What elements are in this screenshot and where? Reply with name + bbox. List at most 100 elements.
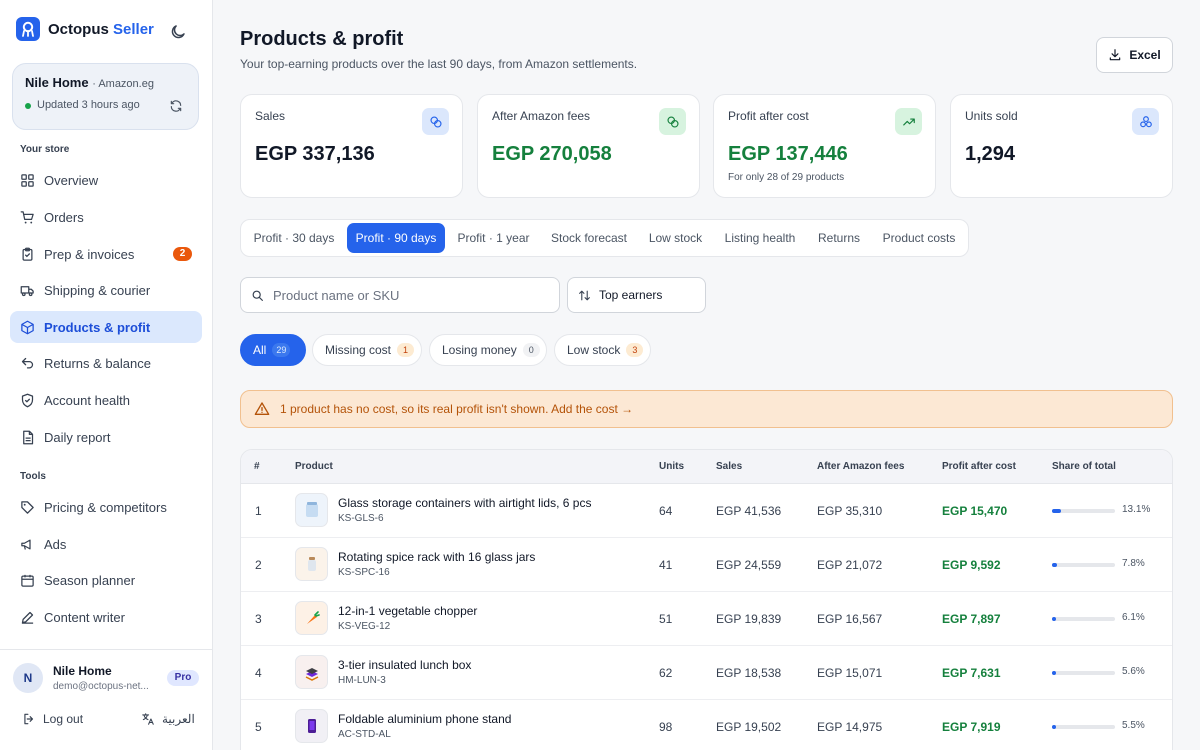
row-profit: EGP 9,592 bbox=[942, 558, 1001, 572]
sidebar-item-label: Pricing & competitors bbox=[44, 499, 167, 515]
cart-icon bbox=[20, 210, 34, 223]
kpi-card-profit: Profit after cost EGP 137,446 For only 2… bbox=[713, 94, 936, 198]
share-bar bbox=[1052, 671, 1115, 675]
plan-badge: Pro bbox=[167, 670, 199, 686]
tab-listing-health[interactable]: Listing health bbox=[715, 223, 805, 253]
tab-profit-1y[interactable]: Profit · 1 year bbox=[449, 223, 538, 253]
logout-icon bbox=[24, 713, 34, 725]
missing-cost-alert[interactable]: 1 product has no cost, so its real profi… bbox=[240, 390, 1173, 428]
page-subtitle: Your top-earning products over the last … bbox=[240, 57, 638, 71]
tab-stock-forecast[interactable]: Stock forecast bbox=[542, 223, 636, 253]
tab-profit-90[interactable]: Profit · 90 days bbox=[347, 223, 445, 253]
table-row[interactable]: 2 Rotating spice rack with 16 glass jars… bbox=[241, 538, 1172, 592]
kpi-value: EGP 337,136 bbox=[255, 143, 375, 165]
filter-chip-all[interactable]: All 29 bbox=[240, 334, 306, 366]
sidebar-item-label: Products & profit bbox=[44, 319, 151, 335]
grid-icon bbox=[21, 173, 34, 187]
tab-low-stock[interactable]: Low stock bbox=[640, 223, 711, 253]
sidebar-item-ads[interactable]: Ads bbox=[10, 528, 202, 560]
status-dot-icon bbox=[25, 103, 31, 109]
row-units: 64 bbox=[659, 504, 673, 518]
table-row[interactable]: 5 Foldable aluminium phone stand AC-STD-… bbox=[241, 700, 1172, 750]
refresh-icon[interactable] bbox=[169, 99, 183, 113]
filter-chip-low-stock[interactable]: Low stock 3 bbox=[554, 334, 651, 366]
share-bar-fill bbox=[1052, 725, 1056, 729]
product-name: Glass storage containers with airtight l… bbox=[338, 496, 592, 510]
store-status: Updated 3 hours ago bbox=[37, 99, 140, 111]
sidebar-item-shipping[interactable]: Shipping & courier bbox=[10, 274, 202, 306]
language-toggle[interactable]: العربية bbox=[141, 712, 195, 726]
sidebar-item-pricing[interactable]: Pricing & competitors bbox=[10, 491, 202, 523]
main-content: Products & profit Your top-earning produ… bbox=[213, 0, 1200, 750]
avatar[interactable]: N bbox=[13, 663, 43, 693]
row-rank: 2 bbox=[255, 558, 262, 572]
kpi-card-units: Units sold 1,294 bbox=[950, 94, 1173, 198]
moon-icon[interactable] bbox=[169, 23, 187, 41]
store-marketplace: · Amazon.eg bbox=[92, 78, 154, 90]
sidebar-item-products-profit[interactable]: Products & profit bbox=[10, 311, 202, 343]
column-header-sales[interactable]: Sales bbox=[716, 461, 742, 472]
chip-count: 3 bbox=[626, 343, 644, 357]
brand-name: Octopus Seller bbox=[48, 20, 154, 38]
chip-label: All bbox=[253, 343, 267, 357]
tab-product-costs[interactable]: Product costs bbox=[873, 223, 965, 253]
kpi-label: Sales bbox=[255, 109, 286, 123]
kpi-card-after-fees: After Amazon fees EGP 270,058 bbox=[477, 94, 700, 198]
row-units: 62 bbox=[659, 666, 673, 680]
sidebar-item-content-writer[interactable]: Content writer bbox=[10, 601, 202, 633]
column-header-after-fees[interactable]: After Amazon fees bbox=[817, 461, 904, 472]
product-name: 12-in-1 vegetable chopper bbox=[338, 604, 478, 618]
sort-label: Top earners bbox=[599, 288, 663, 302]
table-row[interactable]: 3 12-in-1 vegetable chopper KS-VEG-12 51… bbox=[241, 592, 1172, 646]
row-share: 5.5% bbox=[1122, 720, 1145, 731]
row-sales: EGP 19,502 bbox=[716, 720, 782, 734]
phone-stand-icon bbox=[295, 709, 328, 743]
logout-button[interactable]: Log out bbox=[22, 712, 83, 726]
sidebar-item-prep-invoices[interactable]: Prep & invoices 2 bbox=[10, 238, 202, 270]
sidebar-item-label: Overview bbox=[44, 172, 99, 188]
view-tabs: Profit · 30 days Profit · 90 days Profit… bbox=[240, 219, 969, 257]
translate-icon bbox=[142, 713, 154, 725]
filter-chip-losing-money[interactable]: Losing money 0 bbox=[429, 334, 547, 366]
brand[interactable]: Octopus Seller bbox=[16, 17, 154, 41]
share-bar-fill bbox=[1052, 671, 1056, 675]
table-header: # Product Units Sales After Amazon fees … bbox=[241, 450, 1172, 484]
chip-label: Missing cost bbox=[325, 343, 392, 357]
logout-label: Log out bbox=[43, 712, 84, 726]
row-units: 41 bbox=[659, 558, 673, 572]
sidebar-item-account-health[interactable]: Account health bbox=[10, 384, 202, 416]
chip-count: 0 bbox=[522, 343, 540, 357]
truck-icon bbox=[20, 285, 34, 296]
row-share: 6.1% bbox=[1122, 612, 1145, 623]
column-header-profit[interactable]: Profit after cost bbox=[942, 461, 1016, 472]
sidebar-item-returns-balance[interactable]: Returns & balance bbox=[10, 347, 202, 379]
sidebar-item-overview[interactable]: Overview bbox=[10, 164, 202, 196]
tab-profit-30[interactable]: Profit · 30 days bbox=[245, 223, 343, 253]
column-header-product[interactable]: Product bbox=[295, 461, 333, 472]
language-label: العربية bbox=[162, 712, 195, 726]
export-excel-button[interactable]: Excel bbox=[1096, 37, 1173, 73]
lunch-box-icon bbox=[295, 655, 328, 689]
column-header-units[interactable]: Units bbox=[659, 461, 684, 472]
row-units: 51 bbox=[659, 612, 673, 626]
column-header-rank[interactable]: # bbox=[254, 461, 260, 472]
share-bar-fill bbox=[1052, 617, 1057, 621]
table-row[interactable]: 1 Glass storage containers with airtight… bbox=[241, 484, 1172, 538]
sidebar-item-orders[interactable]: Orders bbox=[10, 201, 202, 233]
user-name: Nile Home bbox=[53, 664, 112, 678]
search-input[interactable]: Product name or SKU bbox=[240, 277, 560, 313]
product-sku: AC-STD-AL bbox=[338, 729, 391, 740]
product-sku: KS-VEG-12 bbox=[338, 621, 391, 632]
row-rank: 5 bbox=[255, 720, 262, 734]
chip-count: 1 bbox=[397, 343, 415, 357]
tab-returns[interactable]: Returns bbox=[809, 223, 869, 253]
column-header-share[interactable]: Share of total bbox=[1052, 461, 1116, 472]
calendar-icon bbox=[21, 574, 34, 587]
table-row[interactable]: 4 3-tier insulated lunch box HM-LUN-3 62… bbox=[241, 646, 1172, 700]
row-units: 98 bbox=[659, 720, 673, 734]
sort-select[interactable]: Top earners bbox=[567, 277, 706, 313]
store-card[interactable]: Nile Home · Amazon.eg Updated 3 hours ag… bbox=[12, 63, 199, 130]
filter-chip-missing-cost[interactable]: Missing cost 1 bbox=[312, 334, 422, 366]
sidebar-item-daily-report[interactable]: Daily report bbox=[10, 421, 202, 453]
sidebar-item-season-planner[interactable]: Season planner bbox=[10, 564, 202, 596]
